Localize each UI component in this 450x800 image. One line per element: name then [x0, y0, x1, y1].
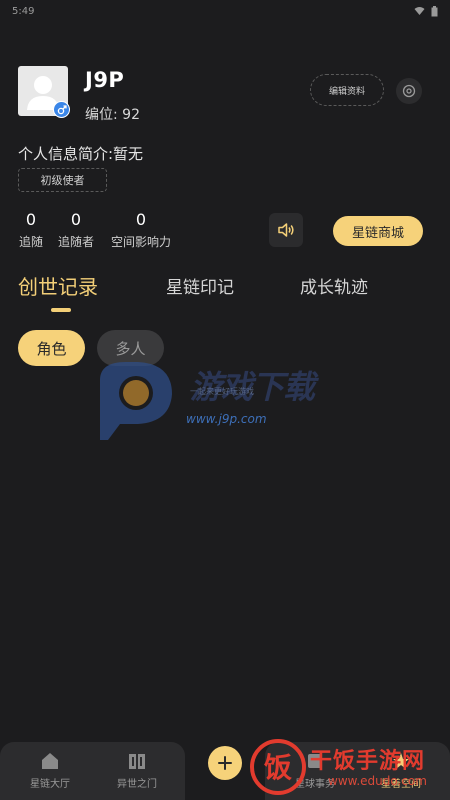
- edit-profile-button[interactable]: 编辑资料: [310, 74, 384, 106]
- star-mall-button[interactable]: 星链商城: [333, 216, 423, 246]
- stat-value: 0: [25, 210, 37, 229]
- watermark-url: www.j9p.com: [186, 412, 267, 426]
- wifi-icon: [414, 7, 425, 15]
- filter-role-chip[interactable]: 角色: [18, 330, 85, 366]
- site-url: www.edudo.com: [328, 774, 427, 788]
- portal-icon: [129, 754, 145, 769]
- status-time: 5:49: [12, 5, 35, 17]
- tab-star-marks[interactable]: 星链印记: [166, 273, 234, 298]
- male-icon: [53, 101, 70, 118]
- stat-value: 0: [135, 210, 147, 229]
- stat-value: 0: [70, 210, 82, 229]
- status-icons: [414, 5, 438, 17]
- plus-icon: [218, 756, 232, 770]
- avatar[interactable]: [18, 66, 70, 118]
- stat-label: 空间影响力: [110, 235, 171, 249]
- nav-item-otherworld-gate[interactable]: 异世之门: [107, 750, 167, 790]
- site-logo-icon: 饭: [250, 739, 306, 795]
- nav-item-star-hall[interactable]: 星链大厅: [20, 750, 80, 790]
- home-icon: [42, 753, 58, 769]
- tab-growth-track[interactable]: 成长轨迹: [300, 273, 368, 298]
- watermark-brand: 游戏下载: [190, 368, 315, 406]
- settings-icon: [402, 84, 416, 98]
- nav-label: 星链大厅: [30, 779, 70, 790]
- nav-label: 异世之门: [117, 779, 157, 790]
- rank-badge: 初级使者: [18, 168, 107, 192]
- svg-text:饭: 饭: [264, 751, 292, 784]
- bottom-nav-left-panel: 星链大厅 异世之门: [0, 742, 185, 800]
- status-bar: 5:49: [0, 0, 450, 22]
- user-id: 编位: 92: [85, 107, 140, 123]
- tab-creation-records[interactable]: 创世记录: [18, 271, 98, 300]
- stat-influence[interactable]: 0 空间影响力: [108, 210, 174, 250]
- stat-following[interactable]: 0 追随: [18, 210, 44, 250]
- site-name: 干饭手游网: [310, 749, 426, 774]
- stat-followers[interactable]: 0 追随者: [57, 210, 95, 250]
- stat-label: 追随: [18, 235, 43, 249]
- bio-text: 个人信息简介:暂无: [18, 145, 144, 163]
- speaker-icon: [278, 223, 294, 237]
- j9p-watermark-logo: [100, 362, 172, 440]
- add-button[interactable]: [208, 746, 242, 780]
- site-watermark: 饭 干饭手游网 www.edudo.com: [250, 735, 450, 800]
- username: J9P: [85, 68, 125, 92]
- settings-button[interactable]: [396, 78, 422, 104]
- watermark-tagline: 一起来更好玩游戏: [190, 387, 254, 396]
- sound-button[interactable]: [269, 213, 303, 247]
- battery-icon: [431, 5, 438, 16]
- stat-label: 追随者: [57, 235, 94, 249]
- active-tab-indicator: [51, 308, 71, 312]
